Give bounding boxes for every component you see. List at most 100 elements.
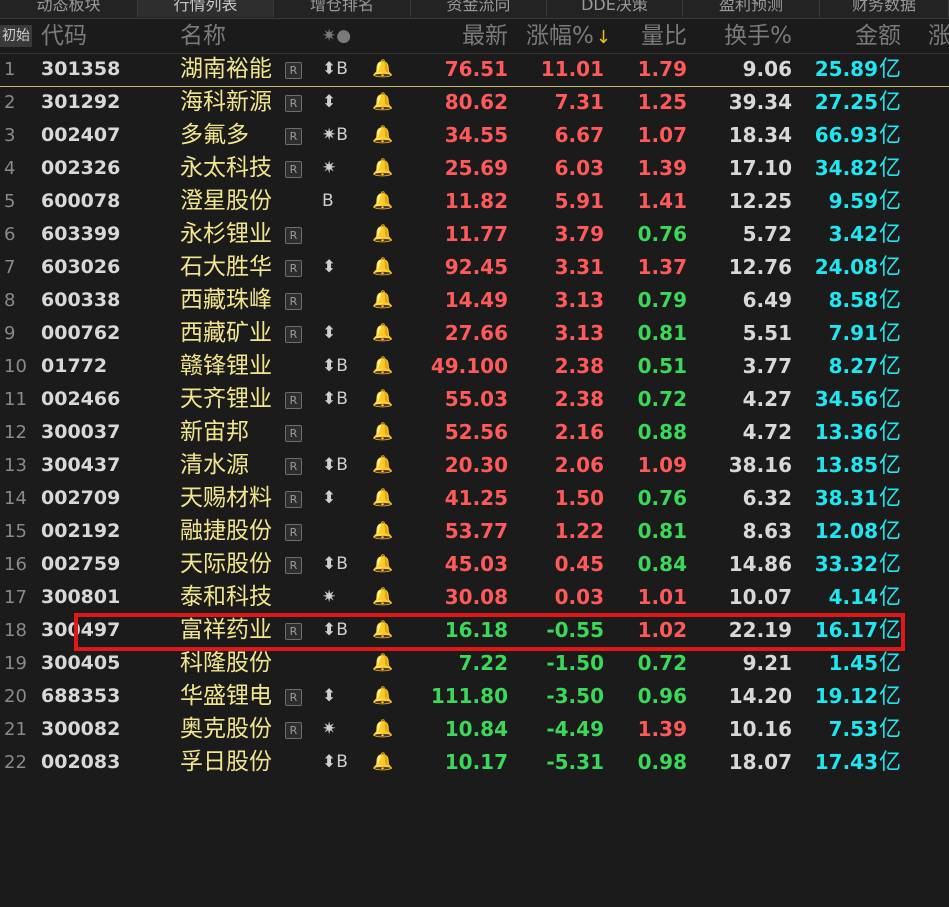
table-row[interactable]: 21 300082 奥克股份 R ✷ 🔔 10.84 -4.49 1.39 10.16 7.53 亿 [0,713,949,746]
latest-price: 41.25 [444,486,508,510]
col-header-flags[interactable]: ✷● [322,19,351,53]
stock-name: 天际股份 [180,551,272,577]
bell-icon[interactable]: 🔔 [372,86,393,119]
col-header-turnover[interactable]: 换手% [700,19,792,53]
bell-icon[interactable]: 🔔 [372,515,393,548]
row-index: 4 [4,158,16,179]
bell-icon[interactable]: 🔔 [372,251,393,284]
table-row[interactable]: 16 002759 天际股份 R ⬍B 🔔 45.03 0.45 0.84 14.86 33.32 亿 [0,548,949,581]
flag-icons: ⬍B [322,752,348,772]
stock-name: 西藏矿业 [180,320,272,346]
table-row[interactable]: 13 300437 清水源 R ⬍B 🔔 20.30 2.06 1.09 38.16 13.85 亿 [0,449,949,482]
volume-ratio: 0.72 [637,387,687,411]
table-row[interactable]: 22 002083 孚日股份 ⬍B 🔔 10.17 -5.31 0.98 18.07 17.43 亿 [0,746,949,779]
stock-code: 301292 [41,91,121,113]
amount-unit: 亿 [879,156,902,181]
bell-icon[interactable]: 🔔 [372,449,393,482]
init-tag[interactable]: 初始 [0,25,32,47]
trade-amount: 19.12 [814,684,878,708]
table-row[interactable]: 5 600078 澄星股份 B 🔔 11.82 5.91 1.41 12.25 9.59 亿 [0,185,949,218]
stock-code: 300082 [41,718,121,740]
bell-icon[interactable]: 🔔 [372,746,393,779]
col-header-change[interactable]: 涨幅% ↓ [526,19,611,53]
bell-icon[interactable]: 🔔 [372,416,393,449]
stock-code: 002326 [41,157,121,179]
bell-icon[interactable]: 🔔 [372,680,393,713]
volume-ratio: 0.88 [637,420,687,444]
table-row[interactable]: 2 301292 海科新源 R ⬍ 🔔 80.62 7.31 1.25 39.34 27.25 亿 [0,86,949,119]
col-header-price[interactable]: 最新 [410,19,508,53]
r-badge-icon: R [285,227,302,244]
bell-icon[interactable]: 🔔 [372,482,393,515]
col-header-amount[interactable]: 金额 [800,19,901,53]
bell-icon[interactable]: 🔔 [372,284,393,317]
latest-price: 25.69 [444,156,508,180]
turnover-rate: 5.72 [742,222,792,246]
table-row[interactable]: 8 600338 西藏珠峰 R 🔔 14.49 3.13 0.79 6.49 8.58 亿 [0,284,949,317]
tab-fund-flow[interactable]: 资金流向 [411,0,547,17]
row-index: 20 [4,686,27,707]
bell-icon[interactable]: 🔔 [372,581,393,614]
table-row[interactable]: 11 002466 天齐锂业 R ⬍B 🔔 55.03 2.38 0.72 4.27 34.56 亿 [0,383,949,416]
table-row[interactable]: 17 300801 泰和科技 ✷ 🔔 30.08 0.03 1.01 10.07 4.14 亿 [0,581,949,614]
row-index: 7 [4,257,16,278]
latest-price: 55.03 [444,387,508,411]
amount-unit: 亿 [879,618,902,643]
bell-icon[interactable]: 🔔 [372,152,393,185]
bell-icon[interactable]: 🔔 [372,614,393,647]
tab-dde[interactable]: DDE决策 [547,0,683,17]
table-row[interactable]: 7 603026 石大胜华 R ⬍ 🔔 92.45 3.31 1.37 12.76 24.08 亿 [0,251,949,284]
table-row[interactable]: 6 603399 永杉锂业 R 🔔 11.77 3.79 0.76 5.72 3.42 亿 [0,218,949,251]
table-row[interactable]: 18 300497 富祥药业 R ⬍B 🔔 16.18 -0.55 1.02 22.19 16.17… [0,614,949,647]
turnover-rate: 18.34 [728,123,792,147]
table-row[interactable]: 15 002192 融捷股份 R 🔔 53.77 1.22 0.81 8.63 12.08 亿 [0,515,949,548]
bell-icon[interactable]: 🔔 [372,350,393,383]
table-row[interactable]: 10 01772 赣锋锂业 ⬍B 🔔 49.100 2.38 0.51 3.77 8.27 亿 [0,350,949,383]
latest-price: 76.51 [444,57,508,81]
bell-icon[interactable]: 🔔 [372,218,393,251]
tab-position-rank[interactable]: 增仓排名 [274,0,411,17]
trade-amount: 4.14 [828,585,878,609]
r-badge-icon: R [285,689,302,706]
trade-amount: 16.17 [814,618,878,642]
trade-amount: 9.59 [828,189,878,213]
volume-ratio: 1.01 [637,585,687,609]
table-row[interactable]: 4 002326 永太科技 R ✷ 🔔 25.69 6.03 1.39 17.10 34.82 亿 [0,152,949,185]
table-row[interactable]: 20 688353 华盛锂电 R ⬍ 🔔 111.80 -3.50 0.96 14.20 19.12… [0,680,949,713]
bell-icon[interactable]: 🔔 [372,119,393,152]
bell-icon[interactable]: 🔔 [372,383,393,416]
table-row[interactable]: 19 300405 科隆股份 🔔 7.22 -1.50 0.72 9.21 1.45 亿 [0,647,949,680]
r-badge-icon: R [285,557,302,574]
trade-amount: 34.82 [814,156,878,180]
stock-name: 富祥药业 [180,617,272,643]
col-header-code[interactable]: 代码 [41,19,87,53]
table-row[interactable]: 3 002407 多氟多 R ✷B 🔔 34.55 6.67 1.07 18.34 66.93 亿 [0,119,949,152]
table-row[interactable]: 9 000762 西藏矿业 R ⬍ 🔔 27.66 3.13 0.81 5.51 7.91 亿 [0,317,949,350]
bell-icon[interactable]: 🔔 [372,647,393,680]
bell-icon[interactable]: 🔔 [372,548,393,581]
col-header-name[interactable]: 名称 [180,19,226,53]
flag-icons: ⬍B [322,455,348,475]
amount-unit: 亿 [879,255,902,280]
row-index: 9 [4,323,16,344]
bell-icon[interactable]: 🔔 [372,53,393,86]
tab-financial-data[interactable]: 财务数据 [820,0,949,17]
table-row[interactable]: 1 301358 湖南裕能 R ⬍B 🔔 76.51 11.01 1.79 9.06 25.89 亿 [0,53,949,87]
bell-icon[interactable]: 🔔 [372,713,393,746]
turnover-rate: 39.34 [728,90,792,114]
bell-icon[interactable]: 🔔 [372,185,393,218]
r-badge-icon: R [285,161,302,178]
change-percent: 2.38 [554,387,604,411]
col-header-extra[interactable]: 涨 [928,19,949,53]
bell-icon[interactable]: 🔔 [372,317,393,350]
turnover-rate: 4.72 [742,420,792,444]
tab-profit-forecast[interactable]: 盈利预测 [683,0,820,17]
table-row[interactable]: 12 300037 新宙邦 R 🔔 52.56 2.16 0.88 4.72 13.36 亿 [0,416,949,449]
col-header-volume-ratio[interactable]: 量比 [615,19,687,53]
r-badge-icon: R [285,491,302,508]
tab-sector[interactable]: 动态板块 [0,0,138,17]
table-row[interactable]: 14 002709 天赐材料 R ⬍ 🔔 41.25 1.50 0.76 6.32 38.31 亿 [0,482,949,515]
stock-code: 300801 [41,586,121,608]
amount-unit: 亿 [879,354,902,379]
tab-quote-list[interactable]: 行情列表 [138,0,274,17]
